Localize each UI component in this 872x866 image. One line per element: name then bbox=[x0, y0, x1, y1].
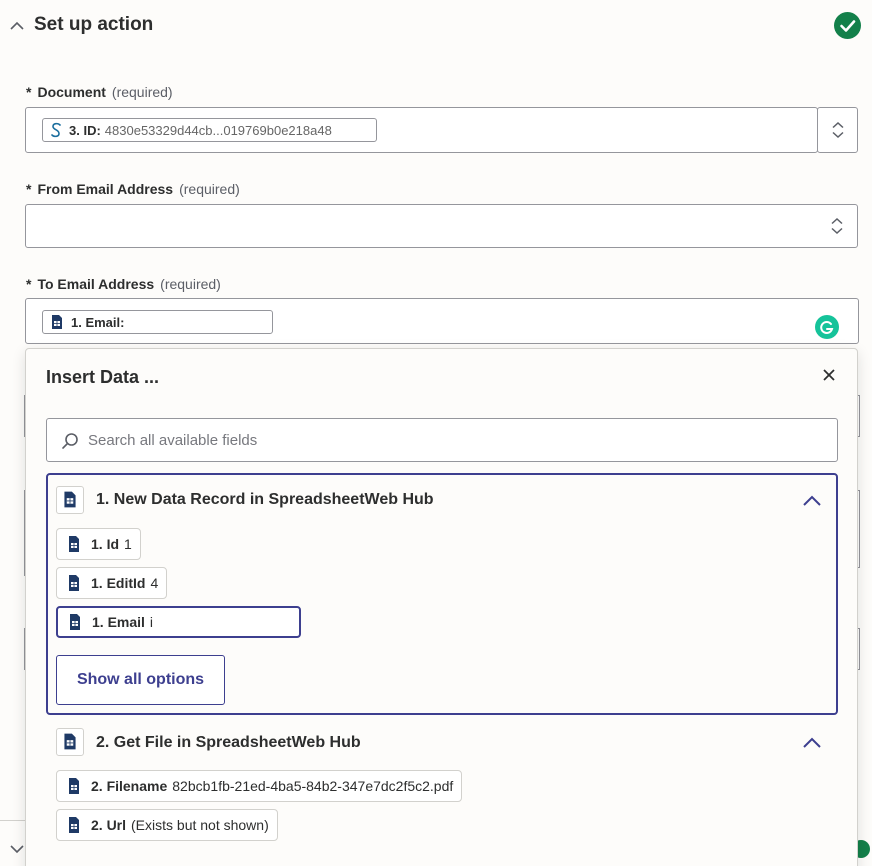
search-icon bbox=[62, 433, 78, 449]
spreadsheetweb-app-icon bbox=[69, 778, 79, 794]
search-input[interactable]: Search all available fields bbox=[46, 418, 838, 462]
collapse-chevron-icon[interactable] bbox=[8, 17, 26, 35]
spreadsheetweb-app-icon bbox=[69, 817, 79, 833]
spreadsheetweb-app-icon bbox=[52, 315, 62, 329]
group-title: 2. Get File in SpreadsheetWeb Hub bbox=[96, 734, 361, 751]
divider bbox=[0, 820, 26, 821]
search-placeholder: Search all available fields bbox=[88, 432, 258, 449]
to-email-data-pill[interactable]: 1. Email: bbox=[42, 310, 273, 334]
insert-data-popup: Insert Data ... Search all available fie… bbox=[25, 348, 858, 866]
spreadsheetweb-app-icon bbox=[56, 728, 84, 756]
document-field[interactable]: 3. ID: 4830e53329d44cb...019769b0e218a48 bbox=[25, 107, 818, 153]
group-title: 1. New Data Record in SpreadsheetWeb Hub bbox=[96, 491, 434, 508]
field-option-email[interactable]: 1. Email i bbox=[56, 606, 301, 638]
spreadsheetweb-app-icon bbox=[69, 536, 79, 552]
field-option-id[interactable]: 1. Id 1 bbox=[56, 528, 141, 560]
from-email-label: * From Email Address (required) bbox=[26, 181, 240, 197]
document-dropdown-toggle[interactable] bbox=[817, 107, 858, 153]
spreadsheetweb-app-icon bbox=[56, 486, 84, 514]
spreadsheetweb-app-icon bbox=[69, 575, 79, 591]
up-down-chevron-icon bbox=[832, 121, 844, 139]
field-option-filename[interactable]: 2. Filename 82bcb1fb-21ed-4ba5-84b2-347e7… bbox=[56, 770, 463, 802]
show-all-options-button[interactable]: Show all options bbox=[56, 655, 225, 705]
spreadsheetweb-app-icon bbox=[70, 614, 80, 630]
field-option-url[interactable]: 2. Url (Exists but not shown) bbox=[56, 809, 278, 841]
up-down-chevron-icon bbox=[831, 217, 843, 235]
to-email-field[interactable]: 1. Email: bbox=[25, 298, 859, 344]
group-new-data-record: 1. New Data Record in SpreadsheetWeb Hub… bbox=[46, 473, 838, 715]
collapse-chevron-icon[interactable] bbox=[802, 737, 822, 749]
document-label: * Document (required) bbox=[26, 84, 173, 100]
field-option-editid[interactable]: 1. EditId 4 bbox=[56, 567, 168, 599]
grammarly-icon[interactable] bbox=[815, 315, 839, 339]
section-title: Set up action bbox=[34, 14, 154, 35]
spreadsheetweb-s-icon bbox=[51, 122, 61, 138]
popup-title: Insert Data ... bbox=[46, 367, 160, 387]
complete-check-icon bbox=[834, 12, 861, 39]
close-icon[interactable] bbox=[821, 367, 837, 383]
from-email-field[interactable] bbox=[25, 204, 858, 248]
collapse-chevron-icon[interactable] bbox=[802, 495, 822, 507]
document-data-pill[interactable]: 3. ID: 4830e53329d44cb...019769b0e218a48 bbox=[42, 118, 377, 142]
to-email-label: * To Email Address (required) bbox=[26, 276, 221, 292]
expand-chevron-icon[interactable] bbox=[8, 842, 26, 856]
